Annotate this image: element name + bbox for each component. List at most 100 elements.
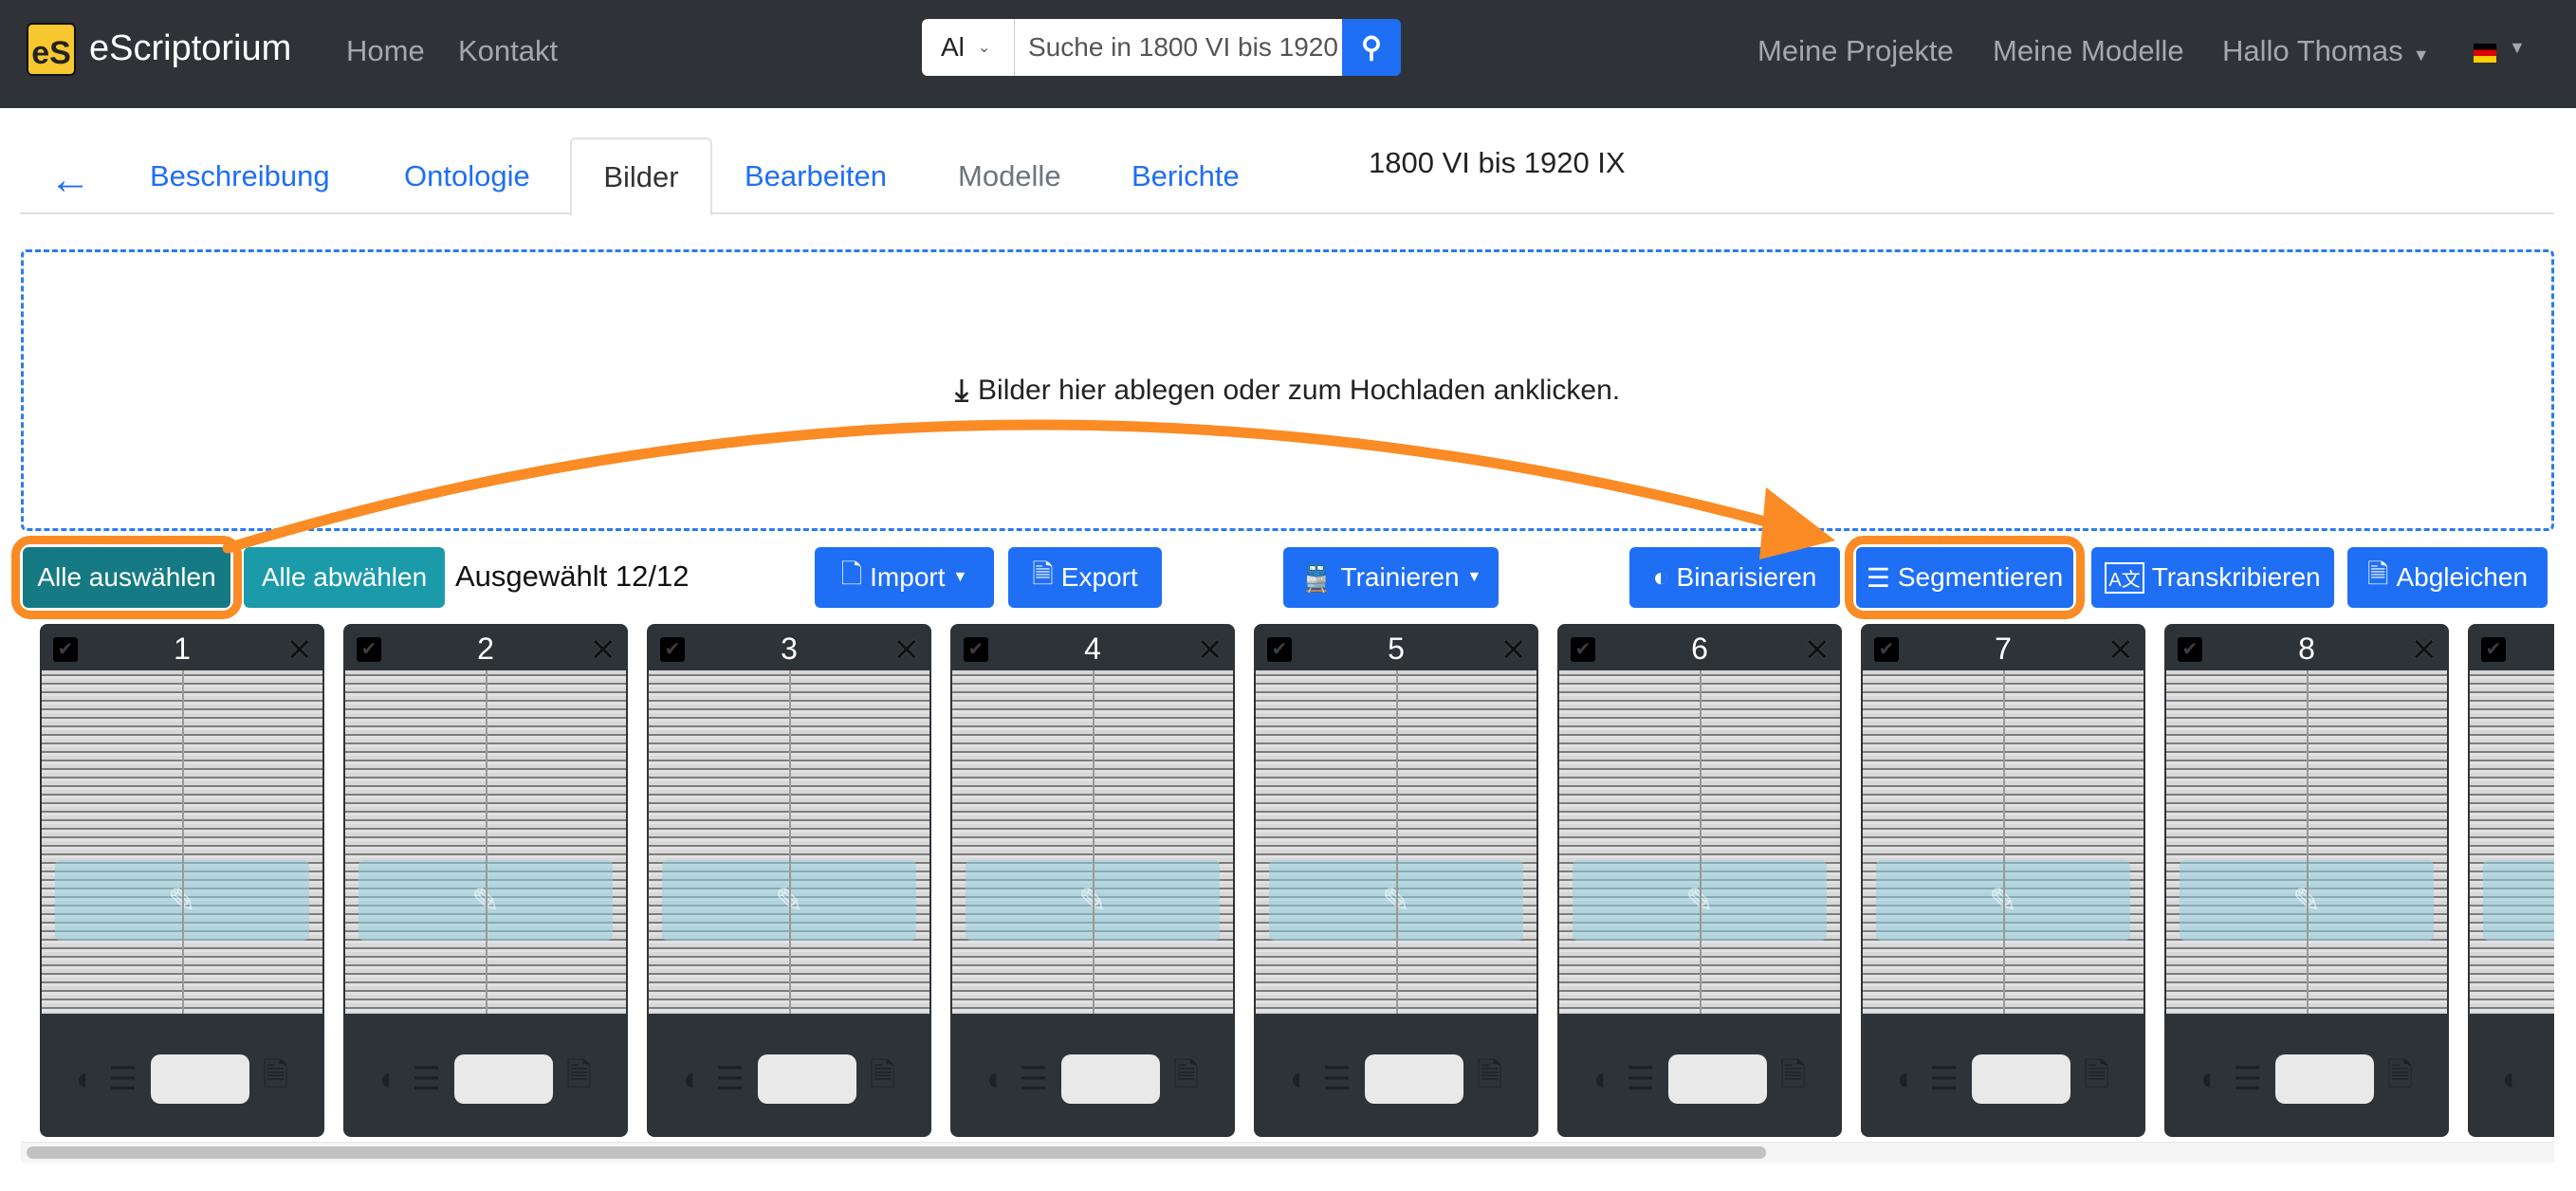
caret-down-icon: ▼ bbox=[2412, 46, 2430, 64]
align-left-icon[interactable]: ☰ bbox=[1929, 1060, 1958, 1098]
transcribe-button[interactable]: A文 Transkribieren bbox=[2091, 547, 2334, 608]
transcription-button[interactable] bbox=[1971, 1054, 2070, 1104]
tab-ontologie[interactable]: Ontologie bbox=[404, 137, 530, 214]
align-left-icon[interactable]: ☰ bbox=[1322, 1060, 1351, 1098]
nav-kontakt[interactable]: Kontakt bbox=[458, 34, 558, 68]
delete-icon[interactable]: ✕ bbox=[2411, 632, 2438, 669]
train-button[interactable]: 🚆 Trainieren ▼ bbox=[1283, 547, 1499, 608]
image-card[interactable]: ✔ 6 ✕ ✎ ◐ ☰ 🗎 bbox=[1557, 624, 1842, 1137]
tab-berichte[interactable]: Berichte bbox=[1132, 137, 1240, 214]
align-left-icon[interactable]: ☰ bbox=[412, 1060, 440, 1098]
file-icon[interactable]: 🗎 bbox=[1477, 1053, 1502, 1107]
back-arrow-icon[interactable]: ← bbox=[49, 156, 91, 204]
scrollbar-thumb[interactable] bbox=[27, 1146, 1766, 1159]
file-icon[interactable]: 🗎 bbox=[2387, 1053, 2413, 1107]
tab-bilder[interactable]: Bilder bbox=[570, 137, 712, 216]
transcription-button[interactable] bbox=[757, 1054, 856, 1104]
transcription-button[interactable] bbox=[1060, 1054, 1160, 1104]
file-icon[interactable]: 🗎 bbox=[566, 1053, 592, 1107]
nav-home[interactable]: Home bbox=[346, 34, 425, 68]
search-input[interactable] bbox=[1015, 19, 1342, 76]
image-card[interactable]: ✔ 7 ✕ ✎ ◐ ☰ 🗎 bbox=[1861, 624, 2145, 1137]
edit-overlay[interactable]: ✎ bbox=[662, 860, 916, 941]
escriptorium-logo[interactable]: eS bbox=[27, 23, 76, 76]
align-left-icon[interactable]: ☰ bbox=[1019, 1060, 1047, 1098]
german-flag-icon[interactable] bbox=[2474, 44, 2496, 63]
language-caret-icon[interactable]: ▼ bbox=[2509, 38, 2526, 58]
user-menu[interactable]: Hallo Thomas ▼ bbox=[2222, 34, 2430, 68]
file-icon[interactable]: 🗎 bbox=[1173, 1053, 1199, 1107]
tab-modelle[interactable]: Modelle bbox=[958, 137, 1061, 214]
page-thumbnail[interactable]: ✎ bbox=[1863, 670, 2144, 1014]
edit-icon: ✎ bbox=[774, 880, 804, 920]
edit-overlay[interactable]: ✎ bbox=[55, 860, 309, 941]
brand-name[interactable]: eScriptorium bbox=[89, 28, 291, 69]
contrast-icon[interactable]: ◐ bbox=[986, 1061, 1006, 1098]
contrast-icon[interactable]: ◐ bbox=[76, 1061, 96, 1098]
page-thumbnail[interactable]: ✎ bbox=[649, 670, 929, 1014]
page-thumbnail[interactable] bbox=[2470, 670, 2554, 1014]
upload-dropzone[interactable]: ⤓ Bilder hier ablegen oder zum Hochladen… bbox=[21, 249, 2554, 531]
file-icon[interactable]: 🗎 bbox=[1780, 1053, 1806, 1107]
align-left-icon[interactable]: ☰ bbox=[108, 1060, 137, 1098]
search-button[interactable]: ⚲ bbox=[1342, 19, 1401, 76]
image-card[interactable]: ✔ 4 ✕ ✎ ◐ ☰ 🗎 bbox=[950, 624, 1235, 1137]
contrast-icon[interactable]: ◐ bbox=[1593, 1061, 1613, 1098]
transcription-button[interactable] bbox=[1667, 1054, 1767, 1104]
search-scope-select[interactable]: Al ⌄ bbox=[922, 19, 1015, 76]
nav-meine-projekte[interactable]: Meine Projekte bbox=[1757, 34, 1954, 68]
page-thumbnail[interactable]: ✎ bbox=[2166, 670, 2447, 1014]
page-thumbnail[interactable]: ✎ bbox=[952, 670, 1233, 1014]
deselect-all-button[interactable]: Alle abwählen bbox=[244, 547, 445, 608]
contrast-icon[interactable]: ◐ bbox=[683, 1061, 703, 1098]
edit-overlay[interactable]: ✎ bbox=[1269, 860, 1523, 941]
edit-overlay[interactable]: ✎ bbox=[2180, 860, 2434, 941]
tab-beschreibung[interactable]: Beschreibung bbox=[150, 137, 330, 214]
file-icon[interactable]: 🗎 bbox=[870, 1053, 895, 1107]
image-card[interactable]: ✔ 3 ✕ ✎ ◐ ☰ 🗎 bbox=[647, 624, 931, 1137]
contrast-icon[interactable]: ◐ bbox=[1290, 1061, 1310, 1098]
binarize-button[interactable]: ◐ Binarisieren bbox=[1629, 547, 1840, 608]
nav-meine-modelle[interactable]: Meine Modelle bbox=[1993, 34, 2184, 68]
page-thumbnail[interactable]: ✎ bbox=[42, 670, 322, 1014]
transcription-button[interactable] bbox=[453, 1054, 553, 1104]
align-left-icon[interactable]: ☰ bbox=[1626, 1060, 1654, 1098]
image-card[interactable]: ✔ ◐ bbox=[2468, 624, 2554, 1137]
page-thumbnail[interactable]: ✎ bbox=[345, 670, 626, 1014]
delete-icon[interactable]: ✕ bbox=[893, 632, 921, 669]
image-card[interactable]: ✔ 5 ✕ ✎ ◐ ☰ 🗎 bbox=[1254, 624, 1538, 1137]
delete-icon[interactable]: ✕ bbox=[1500, 632, 1528, 669]
import-button[interactable]: 🗋 Import ▼ bbox=[815, 547, 994, 608]
page-thumbnail[interactable]: ✎ bbox=[1559, 670, 1840, 1014]
export-button[interactable]: 🗎 Export bbox=[1008, 547, 1162, 608]
delete-icon[interactable]: ✕ bbox=[590, 632, 617, 669]
transcription-button[interactable] bbox=[2274, 1054, 2374, 1104]
file-icon[interactable]: 🗎 bbox=[263, 1053, 288, 1107]
card-checkbox[interactable]: ✔ bbox=[2481, 637, 2506, 662]
edit-overlay[interactable]: ✎ bbox=[966, 860, 1220, 941]
edit-overlay[interactable]: ✎ bbox=[1573, 860, 1827, 941]
contrast-icon[interactable]: ◐ bbox=[1897, 1061, 1917, 1098]
horizontal-scrollbar[interactable] bbox=[21, 1142, 2554, 1163]
contrast-icon[interactable]: ◐ bbox=[2200, 1061, 2220, 1098]
image-card[interactable]: ✔ 8 ✕ ✎ ◐ ☰ 🗎 bbox=[2164, 624, 2449, 1137]
edit-overlay[interactable] bbox=[2483, 860, 2554, 941]
delete-icon[interactable]: ✕ bbox=[2107, 632, 2135, 669]
image-card[interactable]: ✔ 1 ✕ ✎ ◐ ☰ 🗎 bbox=[40, 624, 324, 1137]
file-icon[interactable]: 🗎 bbox=[2084, 1053, 2109, 1107]
align-left-icon[interactable]: ☰ bbox=[2233, 1060, 2261, 1098]
contrast-icon[interactable]: ◐ bbox=[2502, 1061, 2522, 1098]
contrast-icon[interactable]: ◐ bbox=[379, 1061, 399, 1098]
page-thumbnail[interactable]: ✎ bbox=[1256, 670, 1536, 1014]
delete-icon[interactable]: ✕ bbox=[1804, 632, 1831, 669]
align-left-icon[interactable]: ☰ bbox=[715, 1060, 744, 1098]
image-card[interactable]: ✔ 2 ✕ ✎ ◐ ☰ 🗎 bbox=[343, 624, 628, 1137]
delete-icon[interactable]: ✕ bbox=[286, 632, 314, 669]
edit-overlay[interactable]: ✎ bbox=[1876, 860, 2130, 941]
transcription-button[interactable] bbox=[1364, 1054, 1463, 1104]
transcription-button[interactable] bbox=[150, 1054, 249, 1104]
align-button[interactable]: 🗎 Abgleichen bbox=[2347, 547, 2548, 608]
tab-bearbeiten[interactable]: Bearbeiten bbox=[745, 137, 887, 214]
edit-overlay[interactable]: ✎ bbox=[359, 860, 613, 941]
delete-icon[interactable]: ✕ bbox=[1197, 632, 1224, 669]
